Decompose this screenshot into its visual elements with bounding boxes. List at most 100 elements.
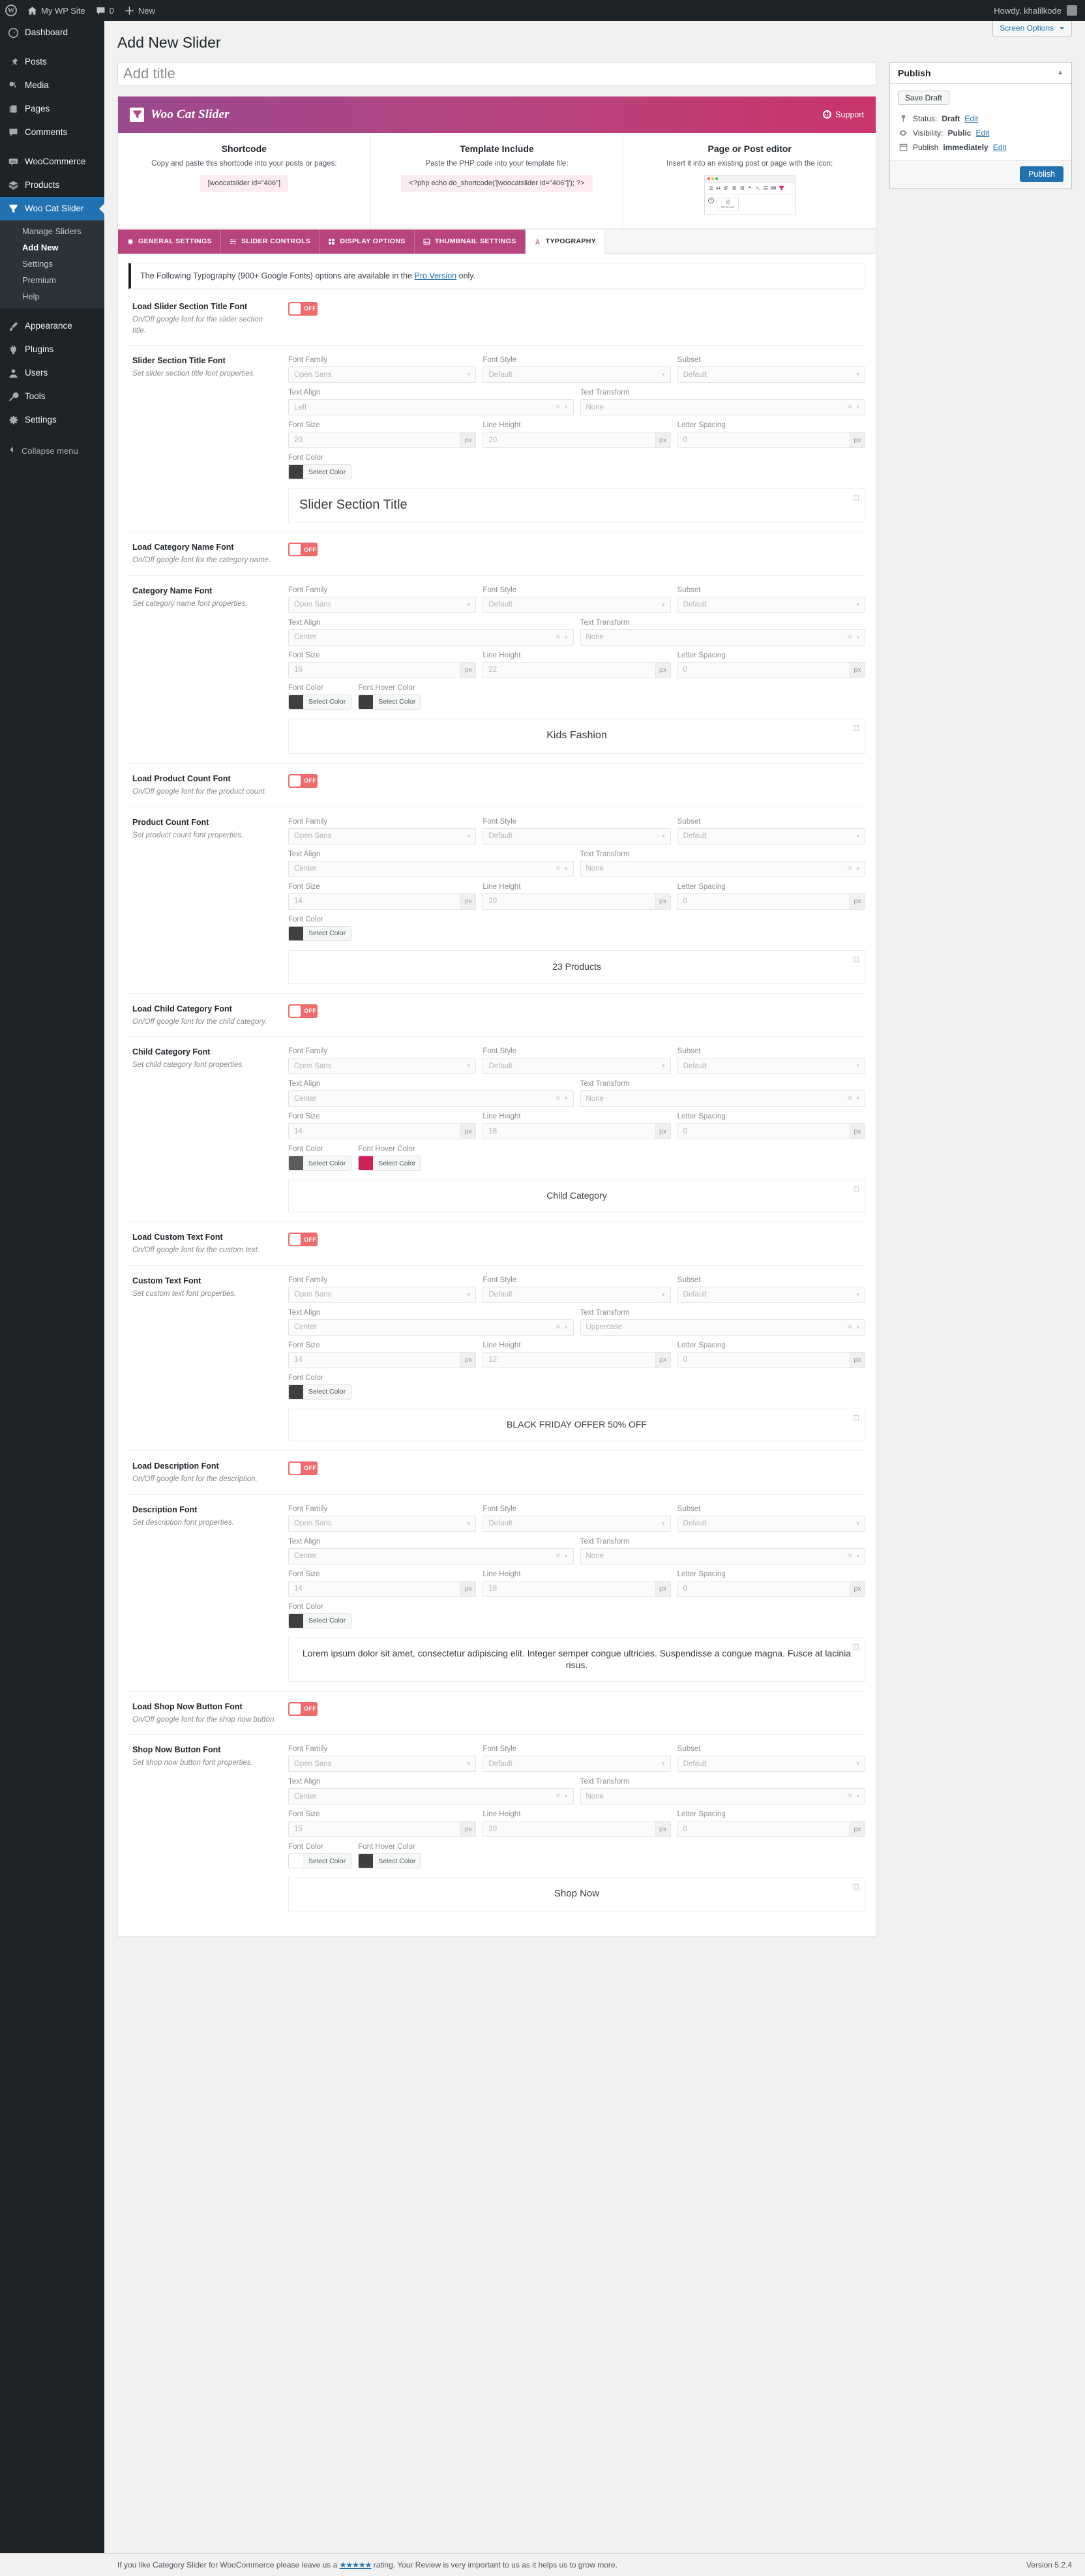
text-transform-select[interactable]: None ✕ ▾ [580,1090,865,1107]
font-style-select[interactable]: Default ▾ [483,1515,671,1532]
select-color-button[interactable]: Select Color [373,1854,421,1868]
font-color-picker[interactable]: Select Color [288,1853,352,1869]
tab-slider-controls[interactable]: Slider Controls [220,229,320,254]
font-style-select[interactable]: Default ▾ [483,1286,671,1303]
subset-select[interactable]: Default ▾ [677,367,865,383]
font-color-picker[interactable]: Select Color [288,694,352,710]
subset-select[interactable]: Default ▾ [677,1058,865,1075]
font-size-input[interactable]: 14 [288,1123,461,1140]
text-align-select[interactable]: Center ✕ ▾ [288,1090,574,1107]
letter-spacing-input[interactable]: 0 [677,1123,850,1140]
font-size-input[interactable]: 20 [288,432,461,449]
clear-icon[interactable]: ✕ [556,1095,565,1102]
clear-icon[interactable]: ✕ [556,1553,565,1560]
preview-resize-icon[interactable]: ◫ [853,723,859,732]
preview-resize-icon[interactable]: ◫ [853,1413,859,1422]
preview-resize-icon[interactable]: ◫ [853,1184,859,1193]
font-size-input[interactable]: 15 [288,1821,461,1838]
comments-menu[interactable]: 0 [91,0,119,21]
edit-status-link[interactable]: Edit [964,114,978,123]
clear-icon[interactable]: ✕ [556,634,565,641]
clear-icon[interactable]: ✕ [847,404,856,411]
clear-icon[interactable]: ✕ [847,1324,856,1331]
clear-icon[interactable]: ✕ [556,1324,565,1331]
line-height-input[interactable]: 20 [483,1821,655,1838]
subset-select[interactable]: Default ▾ [677,828,865,845]
letter-spacing-input[interactable]: 0 [677,432,850,449]
text-align-select[interactable]: Center ✕ ▾ [288,1788,574,1805]
toggle-panel-icon[interactable]: ▲ [1057,69,1063,76]
select-color-button[interactable]: Select Color [303,926,351,940]
font-load-toggle[interactable]: OFF [288,1233,318,1247]
clear-icon[interactable]: ✕ [556,1793,565,1800]
font-family-select[interactable]: Open Sans ▾ [288,1058,477,1075]
font-load-toggle[interactable]: OFF [288,301,318,316]
font-size-input[interactable]: 14 [288,1580,461,1597]
font-color-picker[interactable]: Select Color [288,1156,352,1171]
font-size-input[interactable]: 14 [288,893,461,910]
font-style-select[interactable]: Default ▾ [483,596,671,613]
clear-icon[interactable]: ✕ [847,634,856,641]
font-family-select[interactable]: Open Sans ▾ [288,1756,477,1773]
collapse-menu-button[interactable]: Collapse menu [0,438,104,463]
sidebar-item-pages[interactable]: Pages [0,97,104,121]
line-height-input[interactable]: 22 [483,661,655,678]
tab-display-options[interactable]: Display Options [320,229,415,254]
tab-typography[interactable]: Typography [525,229,606,254]
sidebar-item-woo-cat-slider[interactable]: Woo Cat Slider [0,197,104,220]
php-snippet-value[interactable]: <?php echo do_shortcode('[woocatslider i… [401,174,593,192]
subset-select[interactable]: Default ▾ [677,596,865,613]
subset-select[interactable]: Default ▾ [677,1286,865,1303]
clear-icon[interactable]: ✕ [847,865,856,873]
text-transform-select[interactable]: Uppercase ✕ ▾ [580,1319,865,1336]
select-color-button[interactable]: Select Color [373,695,421,709]
new-content-menu[interactable]: New [119,0,160,21]
submenu-item-help[interactable]: Help [0,288,104,305]
submenu-item-premium[interactable]: Premium [0,272,104,288]
select-color-button[interactable]: Select Color [303,465,351,479]
subset-select[interactable]: Default ▾ [677,1756,865,1773]
preview-resize-icon[interactable]: ◫ [853,955,859,963]
sidebar-item-tools[interactable]: Tools [0,385,104,408]
submenu-item-manage-sliders[interactable]: Manage Sliders [0,223,104,239]
font-style-select[interactable]: Default ▾ [483,367,671,383]
clear-icon[interactable]: ✕ [556,865,565,873]
font-color-picker[interactable]: Select Color [288,1384,352,1400]
font-style-select[interactable]: Default ▾ [483,828,671,845]
text-transform-select[interactable]: None ✕ ▾ [580,1548,865,1565]
letter-spacing-input[interactable]: 0 [677,893,850,910]
text-transform-select[interactable]: None ✕ ▾ [580,399,865,416]
subset-select[interactable]: Default ▾ [677,1515,865,1532]
edit-visibility-link[interactable]: Edit [975,128,989,138]
site-name-menu[interactable]: My WP Site [22,0,91,21]
font-hover-color-picker[interactable]: Select Color [358,1853,422,1869]
text-align-select[interactable]: Center ✕ ▾ [288,1548,574,1565]
support-link[interactable]: Support [823,110,864,119]
letter-spacing-input[interactable]: 0 [677,1821,850,1838]
text-align-select[interactable]: Left ✕ ▾ [288,399,574,416]
select-color-button[interactable]: Select Color [373,1156,421,1171]
text-align-select[interactable]: Center ✕ ▾ [288,1319,574,1336]
tab-general-settings[interactable]: General Settings [118,229,221,254]
font-load-toggle[interactable]: OFF [288,1004,318,1018]
font-family-select[interactable]: Open Sans ▾ [288,1286,477,1303]
sidebar-item-appearance[interactable]: Appearance [0,314,104,338]
font-load-toggle[interactable]: OFF [288,1701,318,1716]
font-load-toggle[interactable]: OFF [288,773,318,788]
slider-title-input[interactable] [117,61,876,85]
select-color-button[interactable]: Select Color [303,1385,351,1399]
line-height-input[interactable]: 18 [483,1580,655,1597]
shortcode-value[interactable]: [woocatslider id="406"] [200,174,289,192]
font-color-picker[interactable]: Select Color [288,1613,352,1628]
font-hover-color-picker[interactable]: Select Color [358,1156,422,1171]
font-size-input[interactable]: 14 [288,1351,461,1368]
sidebar-item-woocommerce[interactable]: woo WooCommerce [0,150,104,173]
font-family-select[interactable]: Open Sans ▾ [288,596,477,613]
font-style-select[interactable]: Default ▾ [483,1756,671,1773]
text-transform-select[interactable]: None ✕ ▾ [580,860,865,877]
sidebar-item-dashboard[interactable]: Dashboard [0,21,104,44]
pro-version-link[interactable]: Pro Version [415,271,457,280]
clear-icon[interactable]: ✕ [847,1095,856,1102]
sidebar-item-media[interactable]: Media [0,74,104,97]
select-color-button[interactable]: Select Color [303,1156,351,1171]
